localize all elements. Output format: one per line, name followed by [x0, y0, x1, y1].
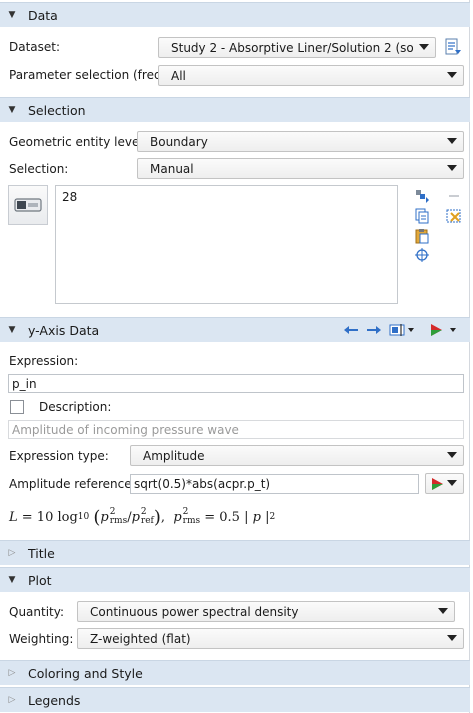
chevron-down-icon: [447, 452, 457, 458]
toggle-icon: [14, 198, 42, 212]
section-coloring-header[interactable]: ▷ Coloring and Style: [0, 660, 470, 685]
collapsed-arrow-icon: ▷: [8, 548, 16, 558]
expanded-arrow-icon: ▼: [8, 10, 16, 20]
amplitude-reference-input[interactable]: sqrt(0.5)*abs(acpr.p_t): [130, 474, 419, 494]
amplitude-reference-replace-button[interactable]: [425, 473, 464, 494]
chevron-down-icon: [447, 480, 457, 486]
chevron-down-icon: [438, 608, 448, 614]
section-title: y-Axis Data: [28, 322, 100, 338]
description-input[interactable]: Amplitude of incoming pressure wave: [8, 420, 464, 439]
copy-selection-icon[interactable]: [412, 206, 432, 226]
section-selection-header[interactable]: ▼ Selection: [0, 97, 470, 122]
section-data-header[interactable]: ▼ Data: [0, 2, 470, 27]
weighting-label: Weighting:: [9, 632, 74, 646]
description-checkbox[interactable]: [10, 400, 24, 414]
expanded-arrow-icon: ▼: [8, 325, 16, 335]
replace-expression-icon[interactable]: [427, 320, 461, 340]
section-title: Legends: [28, 692, 81, 708]
section-plot-header[interactable]: ▼ Plot: [0, 567, 470, 592]
chevron-down-icon: [447, 72, 457, 78]
section-title: Title: [28, 545, 55, 561]
description-label: Description:: [39, 400, 112, 414]
expression-value: p_in: [12, 376, 37, 391]
geometric-entity-label: Geometric entity level:: [9, 135, 147, 149]
dataset-settings-icon[interactable]: [443, 37, 463, 57]
collapsed-arrow-icon: ▷: [8, 695, 16, 705]
selection-list[interactable]: 28: [55, 185, 398, 304]
weighting-value: Z-weighted (flat): [90, 631, 191, 646]
expression-type-value: Amplitude: [143, 448, 205, 463]
param-selection-label: Parameter selection (freq):: [9, 68, 171, 82]
move-left-icon[interactable]: [341, 320, 361, 340]
param-selection-value: All: [171, 68, 186, 83]
param-selection-select[interactable]: All: [158, 65, 464, 86]
add-to-selection-icon[interactable]: [412, 186, 432, 206]
section-title: Data: [28, 7, 58, 23]
weighting-select[interactable]: Z-weighted (flat): [77, 628, 464, 649]
expression-type-select[interactable]: Amplitude: [130, 445, 464, 466]
remove-from-selection-icon[interactable]: [444, 186, 464, 206]
section-title: Selection: [28, 102, 86, 118]
move-right-icon[interactable]: [364, 320, 384, 340]
chevron-down-icon: [447, 635, 457, 641]
expression-type-label: Expression type:: [9, 449, 109, 463]
selection-value: Manual: [150, 161, 194, 176]
settings-panel: ▼ Data Dataset: Study 2 - Absorptive Lin…: [0, 0, 470, 713]
expanded-arrow-icon: ▼: [8, 575, 16, 585]
collapsed-arrow-icon: ▷: [8, 668, 16, 678]
selection-select[interactable]: Manual: [137, 158, 464, 179]
dataset-label: Dataset:: [9, 40, 61, 54]
section-title: Plot: [28, 572, 52, 588]
selection-label: Selection:: [9, 162, 69, 176]
quantity-label: Quantity:: [9, 605, 65, 619]
dataset-value: Study 2 - Absorptive Liner/Solution 2 (s…: [171, 40, 413, 55]
amplitude-reference-value: sqrt(0.5)*abs(acpr.p_t): [134, 477, 271, 491]
replace-expression-icon: [432, 477, 443, 490]
expression-label: Expression:: [9, 354, 79, 368]
description-value: Amplitude of incoming pressure wave: [12, 422, 239, 437]
chevron-down-icon: [419, 44, 429, 50]
paste-selection-icon[interactable]: [412, 226, 432, 246]
insert-expression-icon[interactable]: [388, 320, 418, 340]
clear-selection-icon[interactable]: [444, 206, 464, 226]
level-formula: L = 10 log 10 (p 2 rms / p 2 ref), p 2 rms = 0.5 …: [9, 506, 276, 528]
list-item[interactable]: 28: [62, 190, 391, 204]
active-toggle-button[interactable]: [8, 185, 48, 225]
section-title: Coloring and Style: [28, 665, 143, 681]
chevron-down-icon: [447, 138, 457, 144]
amplitude-reference-label: Amplitude reference:: [9, 477, 136, 491]
chevron-down-icon: [447, 165, 457, 171]
section-title-header[interactable]: ▷ Title: [0, 540, 470, 565]
geometric-entity-value: Boundary: [150, 134, 208, 149]
section-legends-header[interactable]: ▷ Legends: [0, 687, 470, 712]
expanded-arrow-icon: ▼: [8, 105, 16, 115]
expression-input[interactable]: p_in: [8, 374, 464, 393]
quantity-select[interactable]: Continuous power spectral density: [77, 601, 455, 622]
zoom-to-selection-icon[interactable]: [412, 245, 432, 265]
geometric-entity-select[interactable]: Boundary: [137, 131, 464, 152]
quantity-value: Continuous power spectral density: [90, 604, 299, 619]
dataset-select[interactable]: Study 2 - Absorptive Liner/Solution 2 (s…: [158, 37, 436, 58]
